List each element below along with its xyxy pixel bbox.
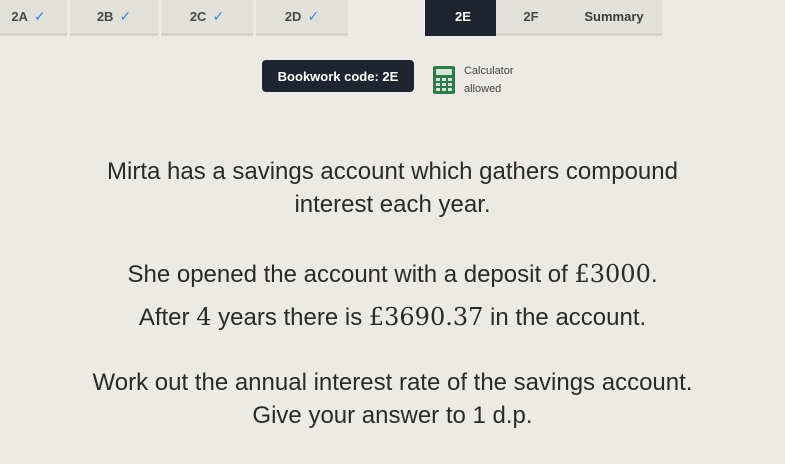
calculator-label: Calculator [464,65,514,77]
question-line-4: After 4 years there is £3690.37 in the a… [0,303,785,332]
calculator-icon [433,66,455,94]
question-line-3: She opened the account with a deposit of… [0,260,785,289]
calculator-status: allowed [464,83,502,95]
tab-2e[interactable]: 2E [425,0,501,36]
tab-summary[interactable]: Summary [566,0,662,36]
tab-2d[interactable]: 2D ✓ [256,0,348,36]
tab-label: 2F [523,9,539,24]
question-text: After [138,304,197,331]
tab-label: 2B [96,9,114,24]
tab-label: Summary [584,9,644,24]
question-text: in the account. [483,304,647,331]
tab-label: 2E [455,9,471,24]
question-text: years there is [211,304,369,331]
bookwork-code-badge: Bookwork code: 2E [262,60,414,92]
question-text: She opened the account with a deposit of [127,261,575,288]
question-text: . [650,261,658,288]
tab-2f[interactable]: 2F [496,0,566,36]
deposit-amount: £3000 [574,260,651,288]
tab-label: 2D [284,9,302,24]
calculator-allowed-indicator: Calculator allowed [432,60,514,100]
final-amount: £3690.37 [368,303,484,331]
question-line-5: Work out the annual interest rate of the… [92,369,693,396]
check-icon: ✓ [119,8,132,24]
tab-label: 2A [11,9,28,24]
question-line-2: interest each year. [294,191,491,218]
tab-2a[interactable]: 2A ✓ [0,0,67,36]
years-value: 4 [196,303,212,331]
check-icon: ✓ [33,8,46,24]
tab-bar: 2A ✓ 2B ✓ 2C ✓ 2D ✓ 2E 2F Summary [0,0,785,40]
tab-2b[interactable]: 2B ✓ [70,0,158,36]
tab-2c[interactable]: 2C ✓ [161,0,253,36]
question-line-6: Give your answer to 1 d.p. [252,402,533,429]
question-line-1: Mirta has a savings account which gather… [107,158,678,185]
check-icon: ✓ [212,8,225,24]
check-icon: ✓ [307,8,320,24]
tab-label: 2C [189,9,207,24]
